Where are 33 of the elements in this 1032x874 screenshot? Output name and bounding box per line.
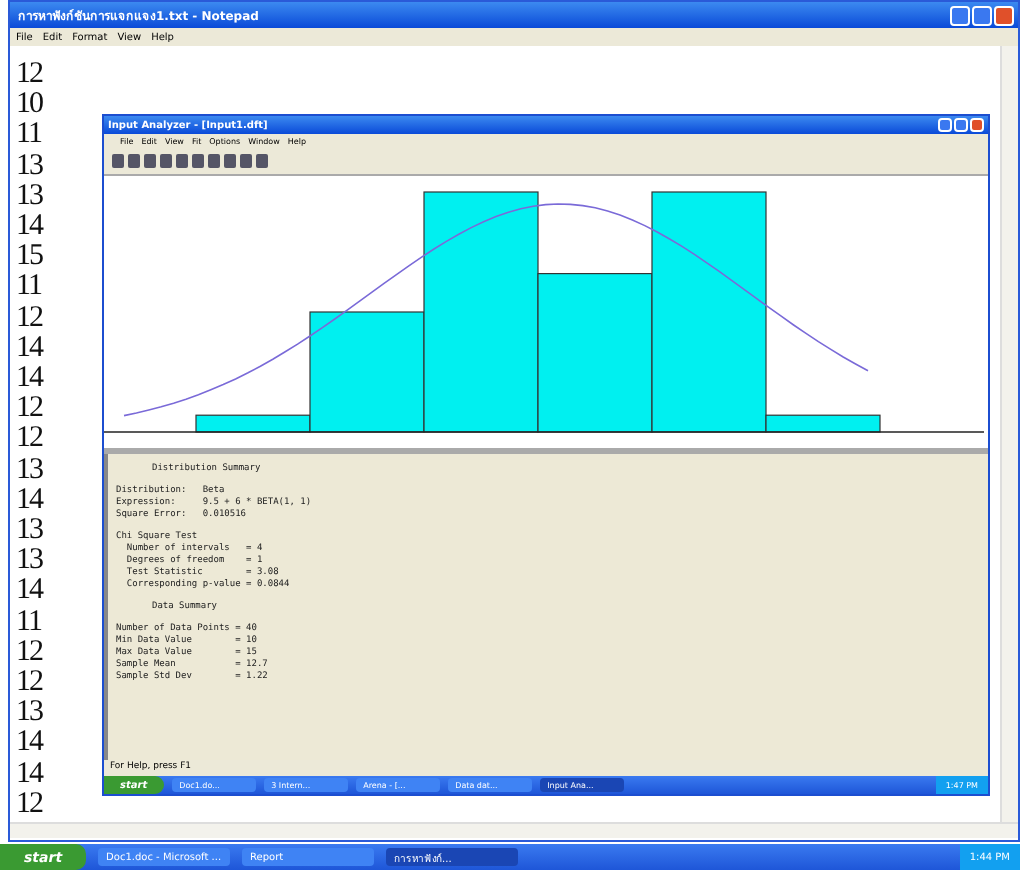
close-button[interactable] [994, 5, 1014, 25]
text-line: 12 [16, 668, 42, 699]
minimize-button[interactable] [950, 5, 970, 25]
horizontal-scrollbar[interactable] [10, 822, 1018, 838]
maximize-button[interactable] [972, 5, 992, 25]
text-line: 14 [16, 759, 42, 790]
text-line: 11 [16, 272, 41, 304]
text-line: 14 [16, 364, 42, 395]
text-line: 12 [16, 60, 42, 91]
text-line: 14 [16, 576, 42, 608]
text-line: 11 [16, 120, 41, 152]
close-button[interactable] [970, 118, 984, 132]
text-line: 13 [16, 516, 42, 547]
text-line: 14 [16, 728, 42, 760]
text-line: 10 [16, 90, 42, 121]
minimize-button[interactable] [938, 118, 952, 132]
text-line: 12 [16, 303, 42, 334]
text-line: 13 [16, 181, 42, 213]
text-line: 13 [16, 151, 42, 182]
text-line: 12 [16, 789, 42, 821]
text-line: 12 [16, 424, 42, 456]
text-line: 13 [16, 698, 42, 729]
maximize-button[interactable] [954, 118, 968, 132]
text-line: 15 [16, 242, 42, 273]
text-line: 11 [16, 607, 41, 638]
text-line: 12 [16, 394, 42, 425]
text-line: 14 [16, 333, 42, 365]
text-line: 14 [16, 212, 42, 243]
text-line: 12 [16, 637, 42, 669]
text-line: 13 [16, 455, 42, 486]
vertical-scrollbar[interactable] [1000, 46, 1018, 822]
text-line: 14 [16, 485, 42, 517]
text-line: 13 [16, 546, 42, 577]
